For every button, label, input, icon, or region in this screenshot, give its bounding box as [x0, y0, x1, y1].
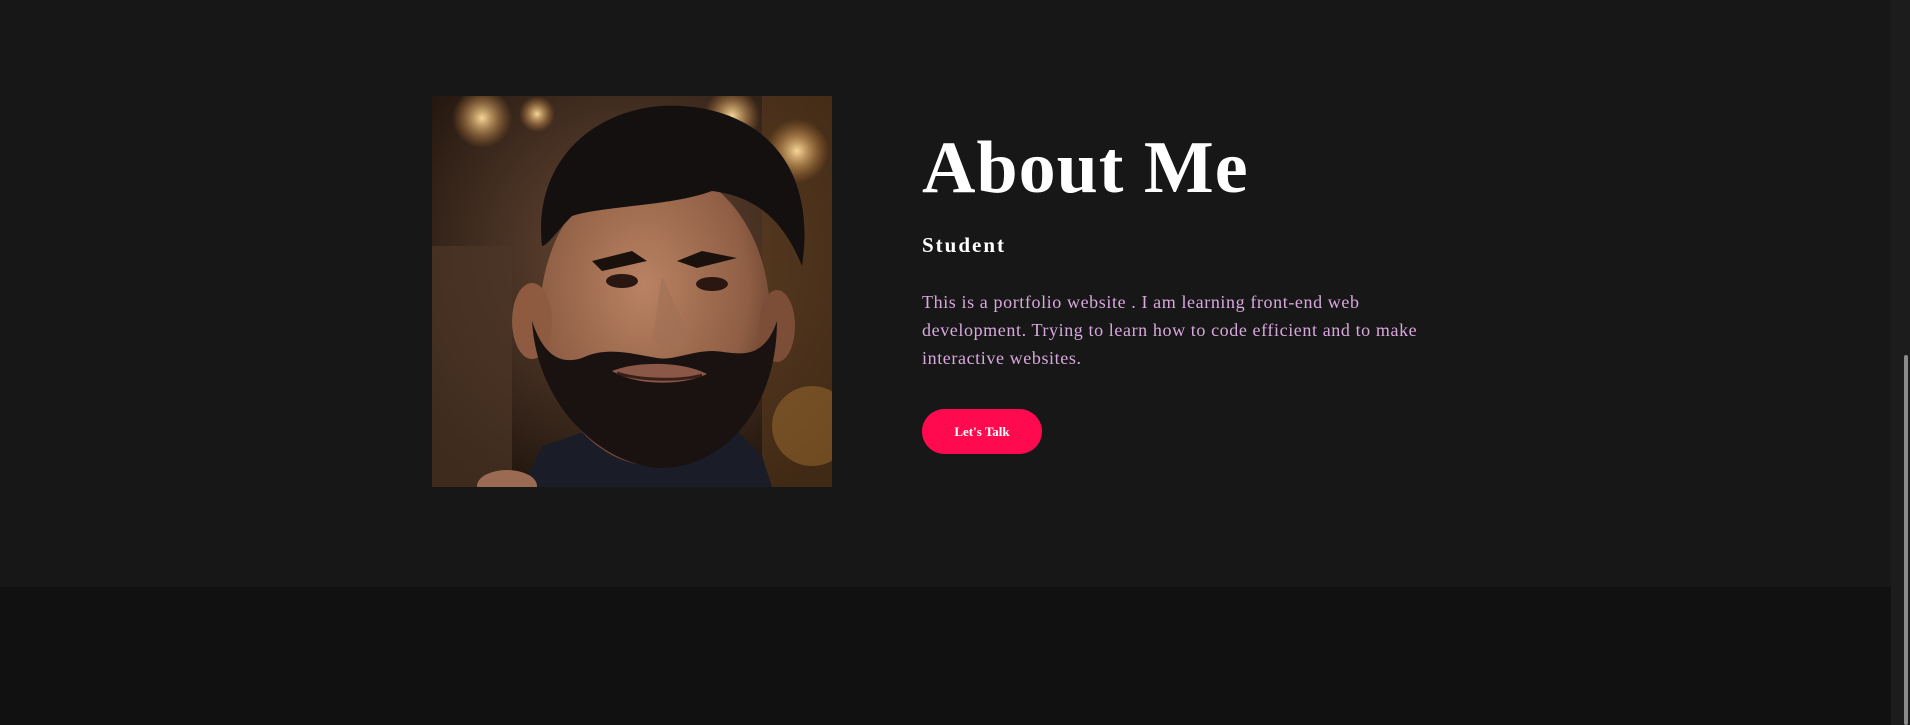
portrait-illustration — [432, 96, 832, 487]
lets-talk-button[interactable]: Let's Talk — [922, 409, 1042, 454]
next-section — [0, 587, 1891, 725]
profile-photo — [432, 96, 832, 487]
about-subtitle: Student — [922, 233, 1007, 257]
scrollbar-thumb[interactable] — [1904, 355, 1908, 725]
about-title: About Me — [922, 127, 1249, 209]
about-section: About Me Student This is a portfolio web… — [0, 0, 1891, 587]
about-description: This is a portfolio website . I am learn… — [922, 292, 1418, 368]
page-viewport: About Me Student This is a portfolio web… — [0, 0, 1910, 725]
about-text: About Me Student This is a portfolio web… — [922, 122, 1482, 372]
